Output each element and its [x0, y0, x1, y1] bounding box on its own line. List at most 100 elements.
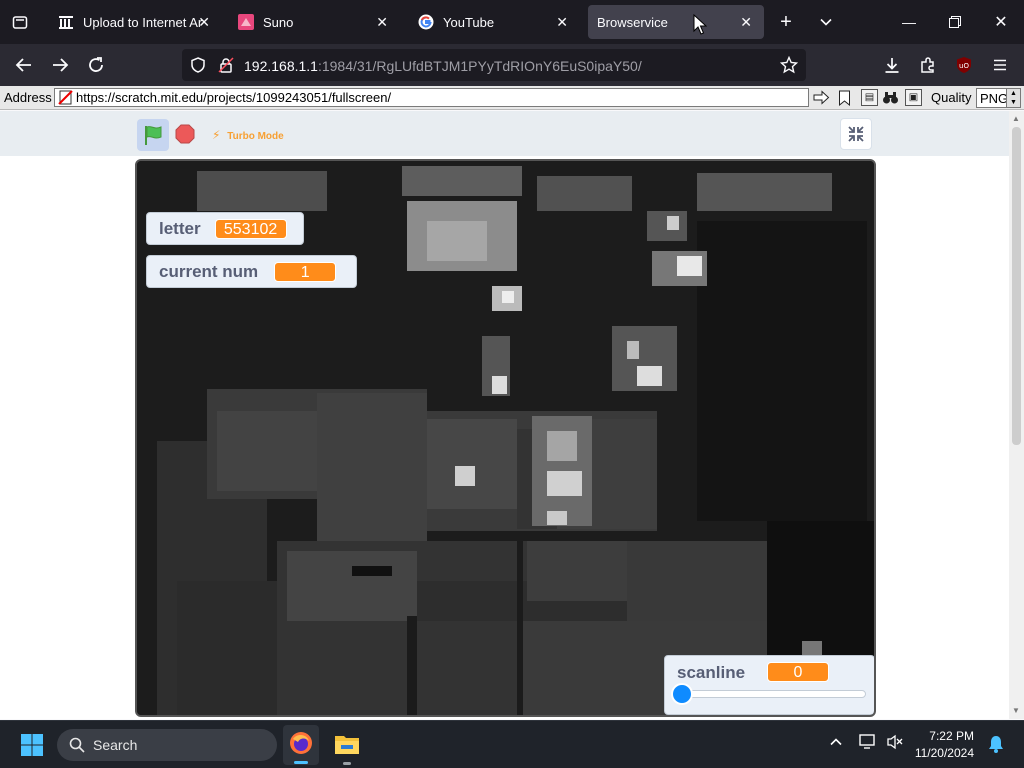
insecure-page-icon	[58, 90, 73, 105]
monitor-current-num-label: current num	[159, 261, 259, 281]
puzzle-icon	[921, 57, 934, 73]
browservice-toolbar: Address https://scratch.mit.edu/projects…	[0, 86, 1024, 110]
new-tab-button[interactable]: +	[770, 0, 802, 44]
url-text: 192.168.1.1:1984/31/RgLUfdBTJM1PYyTdRIOn…	[244, 58, 642, 74]
monitor-current-num-value: 1	[274, 261, 337, 282]
shield-icon[interactable]	[190, 57, 206, 73]
tab-bar: Upload to Internet Archive ✕ Suno ✕ YouT…	[0, 0, 1024, 44]
reload-icon	[89, 57, 103, 72]
clipboard-button[interactable]: ▤	[861, 89, 878, 106]
firefox-view-icon	[12, 16, 28, 29]
find-button[interactable]	[882, 89, 899, 106]
minimize-button[interactable]: —	[886, 0, 932, 44]
chevron-up-icon	[830, 738, 842, 746]
taskbar-clock[interactable]: 7:22 PM 11/20/2024	[910, 728, 974, 762]
quality-spinner[interactable]: ▲ ▼	[1006, 89, 1020, 107]
web-page: ⚡ Turbo Mode letter 553102 current num 1…	[0, 111, 1009, 719]
tab-browservice[interactable]: Browservice ✕	[588, 5, 764, 39]
save-button[interactable]: ▣	[905, 89, 922, 106]
close-window-button[interactable]: ✕	[978, 0, 1024, 44]
ublock-origin-icon: uO	[957, 57, 971, 73]
app-menu-button[interactable]	[986, 51, 1014, 79]
clipboard-icon: ▤	[864, 92, 875, 103]
download-icon	[885, 58, 899, 73]
tab-close-icon[interactable]: ✕	[198, 14, 210, 30]
tab-close-icon[interactable]: ✕	[376, 14, 388, 30]
monitor-letter[interactable]: letter 553102	[146, 212, 304, 245]
tab-upload-internet-archive[interactable]: Upload to Internet Archive ✕	[48, 5, 218, 39]
show-hidden-icons-button[interactable]	[829, 735, 843, 752]
taskbar-search-box[interactable]: Search	[57, 729, 277, 761]
tab-close-icon[interactable]: ✕	[740, 14, 752, 30]
tab-suno[interactable]: Suno ✕	[228, 5, 398, 39]
green-flag-button[interactable]	[137, 119, 169, 151]
turbo-mode-indicator: ⚡ Turbo Mode	[212, 128, 284, 142]
extensions-button[interactable]	[914, 51, 942, 79]
volume-status[interactable]	[886, 733, 904, 756]
scroll-down-icon[interactable]: ▼	[1012, 706, 1020, 715]
clock-date: 11/20/2024	[914, 746, 974, 760]
insecure-lock-icon[interactable]	[218, 57, 234, 73]
reload-button[interactable]	[82, 51, 110, 79]
chevron-down-icon	[820, 18, 832, 26]
scratch-stage-header: ⚡ Turbo Mode	[0, 111, 1009, 156]
exit-fullscreen-button[interactable]	[840, 118, 872, 150]
tab-title: Upload to Internet Archive	[83, 14, 203, 30]
green-flag-icon	[145, 126, 162, 145]
windows-taskbar: Search 7:22 PM 11/20/2024	[0, 720, 1024, 768]
scanline-slider-track[interactable]	[673, 690, 866, 698]
page-scrollbar[interactable]: ▲ ▼	[1009, 111, 1024, 719]
restore-button[interactable]	[932, 0, 978, 44]
arrow-right-icon	[53, 58, 69, 72]
floppy-icon: ▣	[908, 92, 919, 103]
url-host: 192.168.1.1	[244, 58, 318, 74]
search-icon	[69, 737, 85, 753]
downloads-button[interactable]	[878, 51, 906, 79]
forward-button[interactable]	[46, 51, 74, 79]
notifications-button[interactable]	[988, 735, 1004, 758]
firefox-view-button[interactable]	[0, 0, 40, 44]
network-status[interactable]	[858, 733, 878, 756]
bell-icon	[989, 736, 1003, 753]
tab-title: YouTube	[443, 14, 495, 30]
quality-select[interactable]: PNG ▲ ▼	[976, 88, 1021, 108]
monitor-scanline[interactable]: scanline 0	[664, 655, 874, 715]
back-button[interactable]	[10, 51, 38, 79]
svg-text:uO: uO	[959, 62, 969, 70]
url-bar[interactable]: 192.168.1.1:1984/31/RgLUfdBTJM1PYyTdRIOn…	[182, 49, 806, 81]
monitor-letter-value: 553102	[214, 218, 287, 239]
minimize-icon: —	[902, 14, 916, 30]
tab-youtube[interactable]: YouTube ✕	[408, 5, 578, 39]
monitor-current-num[interactable]: current num 1	[146, 255, 357, 288]
monitor-scanline-value: 0	[767, 662, 829, 682]
monitor-letter-label: letter	[159, 218, 201, 238]
go-button[interactable]	[813, 89, 830, 106]
browservice-url: https://scratch.mit.edu/projects/1099243…	[76, 90, 392, 105]
archive-icon	[59, 16, 73, 29]
address-label: Address	[4, 90, 52, 105]
taskbar-file-explorer[interactable]	[329, 725, 365, 765]
tab-close-icon[interactable]: ✕	[556, 14, 568, 30]
stop-button[interactable]	[175, 124, 195, 144]
ublock-button[interactable]: uO	[950, 51, 978, 79]
scratch-stage[interactable]: letter 553102 current num 1 scanline 0	[135, 159, 876, 717]
taskbar-firefox[interactable]	[283, 725, 319, 765]
url-path: :1984/31/RgLUfdBTJM1PYyTdRIOnY6EuS0ipaY5…	[317, 58, 642, 74]
running-app-indicator	[343, 762, 351, 765]
binoculars-icon	[883, 92, 898, 104]
list-all-tabs-button[interactable]	[808, 0, 844, 44]
unfullscreen-icon	[848, 126, 864, 142]
start-button[interactable]	[20, 733, 44, 757]
lightning-icon: ⚡	[212, 128, 221, 142]
google-icon	[418, 14, 434, 30]
firefox-icon	[290, 732, 312, 754]
scroll-up-icon[interactable]: ▲	[1012, 114, 1020, 123]
browservice-address-field[interactable]: https://scratch.mit.edu/projects/1099243…	[54, 88, 809, 107]
scanline-slider-thumb[interactable]	[671, 683, 693, 705]
bookmark-star-icon[interactable]	[780, 56, 798, 74]
quality-label: Quality	[931, 90, 972, 105]
turbo-mode-label: Turbo Mode	[227, 131, 284, 142]
bookmark-button[interactable]	[836, 89, 853, 106]
scrollbar-thumb[interactable]	[1012, 127, 1021, 445]
arrow-left-icon	[15, 58, 31, 72]
